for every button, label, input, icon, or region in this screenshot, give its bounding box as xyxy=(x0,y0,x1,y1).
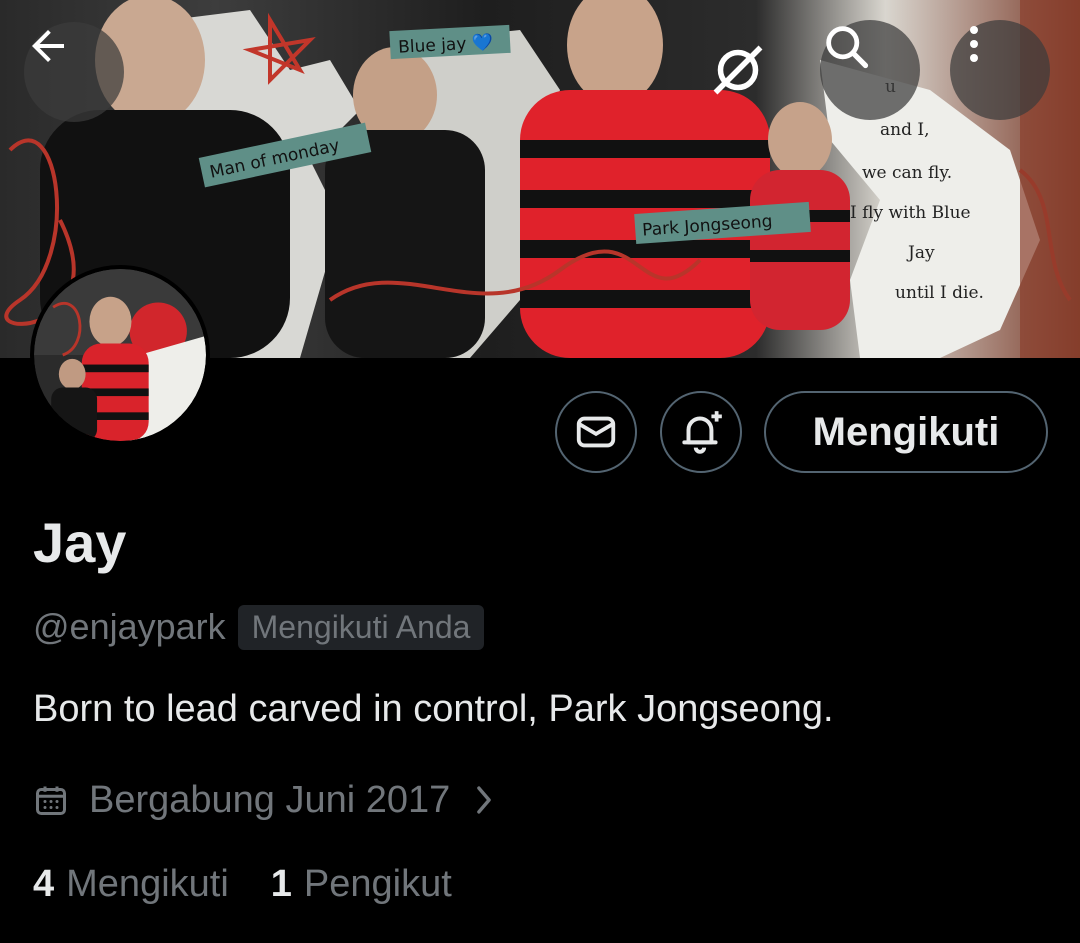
arrow-left-icon xyxy=(32,30,64,62)
search-button[interactable] xyxy=(820,20,920,120)
message-button[interactable] xyxy=(555,391,637,473)
eye-slash-icon xyxy=(713,45,763,95)
calendar-icon xyxy=(36,786,66,815)
display-name: Jay xyxy=(33,511,127,574)
search-icon xyxy=(826,26,869,69)
banner-note-line-4: I fly with Blue xyxy=(850,203,971,223)
banner-note-line-3: we can fly. xyxy=(862,163,952,183)
banner-note-line-6: until I die. xyxy=(895,283,984,303)
following-count: 4 xyxy=(33,862,55,905)
user-handle: @enjaypark xyxy=(33,606,226,647)
followers-count: 1 xyxy=(270,862,292,905)
more-options-button[interactable] xyxy=(950,20,1050,120)
following-button[interactable]: Mengikuti xyxy=(764,391,1048,473)
follows-you-badge: Mengikuti Anda xyxy=(237,604,485,650)
banner-note-line-2: and I, xyxy=(880,120,930,140)
following-label: Mengikuti xyxy=(66,862,229,905)
more-vertical-icon xyxy=(970,26,978,62)
profile-bio: Born to lead carved in control, Park Jon… xyxy=(33,688,834,730)
joined-date: Bergabung Juni 2017 xyxy=(89,778,451,821)
avatar-image xyxy=(34,269,206,441)
envelope-icon xyxy=(576,416,616,448)
chevron-right-icon xyxy=(477,786,492,814)
bell-plus-icon xyxy=(682,411,722,454)
back-button[interactable] xyxy=(24,22,124,122)
follow-stats: 4 Mengikuti 1 Pengikut xyxy=(33,858,452,910)
following-stat[interactable]: 4 Mengikuti xyxy=(33,863,229,906)
notification-button[interactable] xyxy=(660,391,742,473)
banner-note-line-5: Jay xyxy=(906,243,935,263)
hidden-toggle-button[interactable] xyxy=(708,40,780,112)
handle-row: @enjaypark Mengikuti Anda xyxy=(33,602,485,652)
avatar[interactable] xyxy=(30,265,210,445)
followers-label: Pengikut xyxy=(303,862,452,905)
followers-stat[interactable]: 1 Pengikut xyxy=(271,863,452,906)
joined-date-row[interactable]: Bergabung Juni 2017 xyxy=(33,772,498,828)
